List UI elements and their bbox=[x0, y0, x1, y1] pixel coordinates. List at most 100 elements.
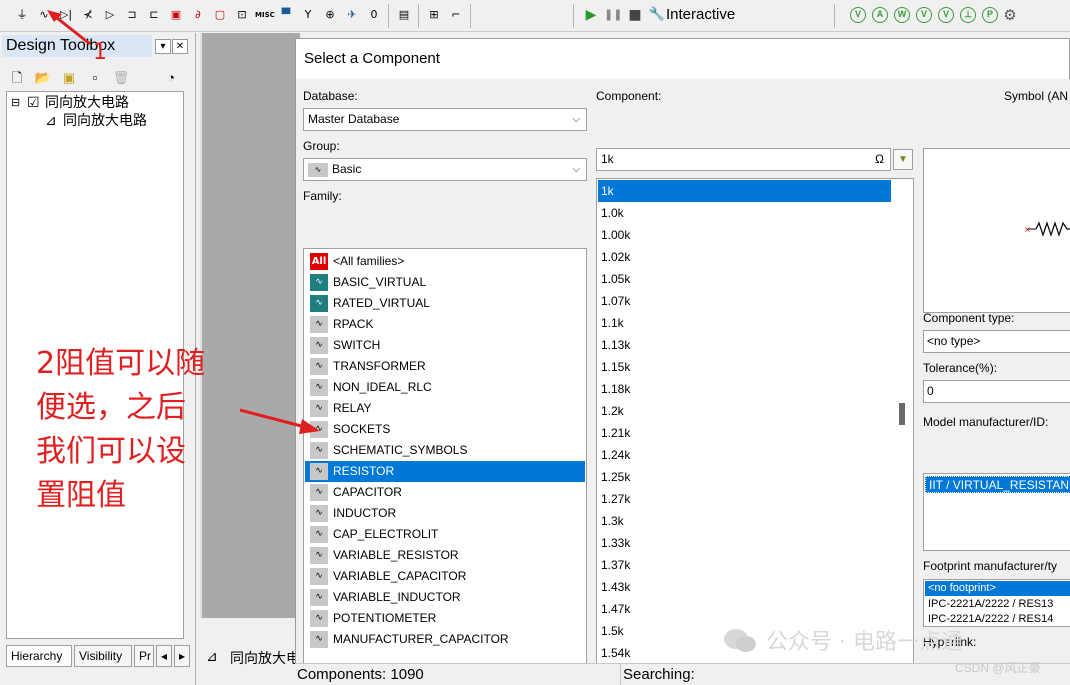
run-icon[interactable]: ▶ bbox=[582, 6, 600, 24]
group-select[interactable]: ∿ Basic ⌵ bbox=[303, 158, 587, 181]
probe-icon[interactable]: V bbox=[850, 7, 866, 23]
interactive-label[interactable]: Interactive bbox=[666, 6, 735, 24]
save-icon[interactable]: ▣ bbox=[60, 69, 78, 87]
tab-scroll-right-icon[interactable]: ▸ bbox=[174, 645, 190, 667]
transistor-icon[interactable]: ⊀ bbox=[79, 6, 97, 24]
filter-icon[interactable]: ▼ bbox=[893, 149, 913, 170]
connector-icon[interactable]: ⊕ bbox=[321, 6, 339, 24]
component-type-select[interactable]: <no type> bbox=[923, 330, 1070, 353]
family-item[interactable]: ∿ INDUCTOR bbox=[305, 503, 585, 524]
pin-icon[interactable]: ▾ bbox=[155, 39, 171, 54]
component-item[interactable]: 1k bbox=[598, 180, 891, 202]
component-item[interactable]: 1.3k bbox=[598, 510, 891, 532]
family-item[interactable]: ∿ BASIC_VIRTUAL bbox=[305, 272, 585, 293]
close-design-icon[interactable]: ▫ bbox=[86, 69, 104, 87]
family-item[interactable]: ∿ VARIABLE_INDUCTOR bbox=[305, 587, 585, 608]
probe-settings-icon[interactable]: ⚙ bbox=[1001, 6, 1019, 24]
misc-icon[interactable]: MISC bbox=[255, 6, 275, 24]
family-item[interactable]: ∿ MANUFACTURER_CAPACITOR bbox=[305, 629, 585, 650]
interactive-icon[interactable]: 🔧 bbox=[648, 6, 666, 24]
component-item[interactable]: 1.07k bbox=[598, 290, 891, 312]
mcu-module-icon[interactable]: 0 bbox=[365, 6, 383, 24]
mcu-icon[interactable]: ▣ bbox=[167, 6, 185, 24]
new-design-icon[interactable]: 🗋 bbox=[8, 69, 26, 87]
component-item[interactable]: 1.21k bbox=[598, 422, 891, 444]
family-item[interactable]: ∿ SOCKETS bbox=[305, 419, 585, 440]
component-item[interactable]: 1.37k bbox=[598, 554, 891, 576]
close-icon[interactable]: ✕ bbox=[172, 39, 188, 54]
component-list[interactable]: 1k 1.0k 1.00k 1.02k 1.05k 1.07k 1.1k 1.13k 1.15k… bbox=[596, 178, 914, 668]
ttl-icon[interactable]: ⊐ bbox=[123, 6, 141, 24]
family-item[interactable]: ∿ NON_IDEAL_RLC bbox=[305, 377, 585, 398]
checkbox-icon[interactable]: ☑ bbox=[27, 93, 40, 111]
model-list[interactable]: IIT / VIRTUAL_RESISTAN bbox=[923, 473, 1070, 551]
settings-sheet-icon[interactable]: ◔ bbox=[162, 69, 180, 87]
tolerance-input[interactable]: 0 bbox=[923, 380, 1070, 403]
component-item[interactable]: 1.2k bbox=[598, 400, 891, 422]
model-item[interactable]: IIT / VIRTUAL_RESISTAN bbox=[925, 476, 1070, 493]
family-item[interactable]: ∿ POTENTIOMETER bbox=[305, 608, 585, 629]
footprint-list[interactable]: <no footprint> IPC-2221A/2222 / RES13 IP… bbox=[923, 579, 1070, 627]
tab-scroll-left-icon[interactable]: ◂ bbox=[156, 645, 172, 667]
component-item[interactable]: 1.47k bbox=[598, 598, 891, 620]
family-item[interactable]: ∿ RELAY bbox=[305, 398, 585, 419]
family-item[interactable]: ∿ RATED_VIRTUAL bbox=[305, 293, 585, 314]
component-item[interactable]: 1.24k bbox=[598, 444, 891, 466]
family-item[interactable]: ∿ CAP_ELECTROLIT bbox=[305, 524, 585, 545]
ground-icon[interactable]: ⏚ bbox=[13, 6, 31, 24]
component-item[interactable]: 1.05k bbox=[598, 268, 891, 290]
tree-root-label[interactable]: 同向放大电路 bbox=[45, 93, 129, 111]
electromechanical-icon[interactable]: Y bbox=[299, 6, 317, 24]
family-list[interactable]: All <All families> ∿ BASIC_VIRTUAL ∿ RATED_VI… bbox=[303, 248, 587, 685]
probe-ref-icon[interactable]: ⊥ bbox=[960, 7, 976, 23]
family-item[interactable]: ∿ SWITCH bbox=[305, 335, 585, 356]
indicator-icon[interactable]: ⊡ bbox=[233, 6, 251, 24]
pause-icon[interactable]: ❚❚ bbox=[604, 6, 622, 24]
family-item[interactable]: ∿ CAPACITOR bbox=[305, 482, 585, 503]
tree-collapse-icon[interactable]: ⊟ bbox=[11, 94, 20, 112]
component-item[interactable]: 1.00k bbox=[598, 224, 891, 246]
delete-icon[interactable]: 🗑 bbox=[112, 69, 130, 87]
component-item[interactable]: 1.0k bbox=[598, 202, 891, 224]
probe-ref2-icon[interactable]: P bbox=[982, 7, 998, 23]
component-item[interactable]: 1.43k bbox=[598, 576, 891, 598]
sheet-tab[interactable]: ⊿ 同向放大电路 bbox=[200, 640, 314, 670]
database-select[interactable]: Master Database ⌵ bbox=[303, 108, 587, 131]
component-list-scrollbar[interactable] bbox=[899, 403, 905, 425]
component-item[interactable]: 1.25k bbox=[598, 466, 891, 488]
rf-icon[interactable]: ▀ bbox=[277, 6, 295, 24]
bus-icon[interactable]: ⊞ bbox=[425, 6, 443, 24]
family-item[interactable]: ∿ TRANSFORMER bbox=[305, 356, 585, 377]
component-item[interactable]: 1.27k bbox=[598, 488, 891, 510]
hierarchical-block-icon[interactable]: ▤ bbox=[395, 6, 413, 24]
advanced-peripherals-icon[interactable]: ∂ bbox=[189, 6, 207, 24]
family-item[interactable]: ∿ SCHEMATIC_SYMBOLS bbox=[305, 440, 585, 461]
tab-project[interactable]: Pr bbox=[134, 645, 154, 667]
tab-hierarchy[interactable]: Hierarchy bbox=[6, 645, 72, 667]
component-item[interactable]: 1.1k bbox=[598, 312, 891, 334]
family-item[interactable]: All <All families> bbox=[305, 251, 585, 272]
ni-icon[interactable]: ✈ bbox=[343, 6, 361, 24]
component-item[interactable]: 1.13k bbox=[598, 334, 891, 356]
resistor-icon[interactable]: ∿ bbox=[35, 6, 53, 24]
probe-w-icon[interactable]: W bbox=[894, 7, 910, 23]
component-item[interactable]: 1.02k bbox=[598, 246, 891, 268]
probe-v-icon[interactable]: V bbox=[938, 7, 954, 23]
mixed-icon[interactable]: ▢ bbox=[211, 6, 229, 24]
family-item[interactable]: ∿ VARIABLE_CAPACITOR bbox=[305, 566, 585, 587]
ohm-icon[interactable]: Ω bbox=[875, 149, 884, 170]
family-item[interactable]: ∿ VARIABLE_RESISTOR bbox=[305, 545, 585, 566]
diode-icon[interactable]: ▷| bbox=[57, 6, 75, 24]
footprint-item[interactable]: <no footprint> bbox=[925, 581, 1070, 596]
workspace-area[interactable] bbox=[200, 33, 300, 618]
wire-icon[interactable]: ⌐ bbox=[447, 6, 465, 24]
footprint-item[interactable]: IPC-2221A/2222 / RES13 bbox=[925, 597, 1070, 612]
stop-icon[interactable]: ■ bbox=[626, 6, 644, 24]
family-item[interactable]: ∿ RESISTOR bbox=[305, 461, 585, 482]
probe-vi-icon[interactable]: V bbox=[916, 7, 932, 23]
cmos-icon[interactable]: ⊏ bbox=[145, 6, 163, 24]
component-item[interactable]: 1.18k bbox=[598, 378, 891, 400]
family-item[interactable]: ∿ RPACK bbox=[305, 314, 585, 335]
open-folder-icon[interactable]: 📂 bbox=[34, 69, 52, 87]
component-search-input[interactable]: 1k Ω bbox=[596, 148, 891, 171]
